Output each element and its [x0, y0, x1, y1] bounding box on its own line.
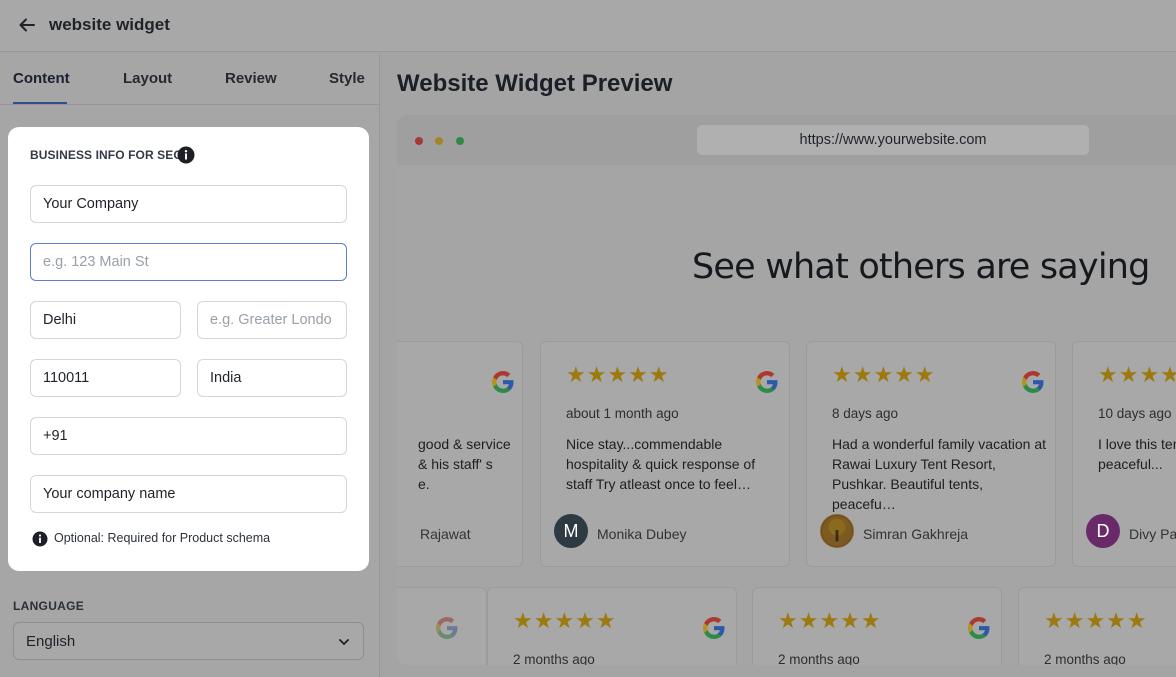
country-field[interactable]: [197, 359, 347, 397]
review-card: ★★★★★ about 1 month ago Nice stay...comm…: [540, 341, 790, 567]
review-text: Nice stay...commendable hospitality & qu…: [566, 436, 756, 492]
avatar-photo: [820, 514, 854, 548]
review-card: ★★★★★ 2 months ago: [487, 587, 737, 665]
google-icon: [492, 371, 514, 393]
review-date: 10 days ago: [1098, 406, 1172, 421]
language-label: LANGUAGE: [13, 599, 85, 613]
google-icon: [1022, 371, 1044, 393]
star-rating: ★★★★★: [513, 608, 617, 633]
url-bar: https://www.yourwebsite.com: [697, 125, 1089, 155]
close-dot-icon: [415, 137, 423, 145]
review-card: ★★★★★ 2 months ago: [1018, 587, 1176, 665]
section-heading: BUSINESS INFO FOR SEO: [30, 148, 183, 162]
tab-bar: Content Layout Review Style: [0, 53, 380, 105]
region-field[interactable]: [197, 301, 347, 339]
review-date: 2 months ago: [513, 652, 595, 665]
browser-mockup: https://www.yourwebsite.com See what oth…: [397, 115, 1176, 665]
postal-code-field[interactable]: [30, 359, 181, 397]
info-icon[interactable]: [177, 146, 195, 164]
tab-review[interactable]: Review: [225, 70, 277, 87]
widget-headline: See what others are saying: [692, 247, 1150, 287]
star-rating: ★★★★★: [566, 362, 670, 387]
review-card: [397, 587, 487, 665]
language-select[interactable]: English: [13, 622, 364, 660]
preview-title: Website Widget Preview: [397, 70, 673, 97]
review-date: 8 days ago: [832, 406, 899, 421]
star-rating: ★★★★★: [1098, 362, 1176, 387]
tree-photo-icon: [821, 515, 853, 547]
reviewer-name: Rajawat: [420, 526, 471, 542]
review-date: 2 months ago: [1044, 652, 1126, 665]
business-info-card: BUSINESS INFO FOR SEO Optional: Required…: [10, 129, 367, 569]
page-title: website widget: [49, 15, 170, 34]
avatar: M: [554, 514, 588, 548]
minimize-dot-icon: [435, 137, 443, 145]
language-value: English: [26, 633, 76, 650]
brand-name-field[interactable]: [30, 475, 347, 513]
google-icon: [436, 617, 458, 639]
tab-style[interactable]: Style: [329, 70, 365, 87]
top-bar: website widget: [0, 0, 1176, 52]
review-text: I love this ten peaceful...: [1098, 436, 1176, 472]
review-text: good & service & his staff' s e.: [418, 436, 511, 492]
city-field[interactable]: [30, 301, 181, 339]
active-tab-indicator: [13, 102, 67, 104]
star-rating: ★★★★★: [1044, 608, 1148, 633]
company-name-field[interactable]: [30, 185, 347, 223]
street-address-field[interactable]: [30, 243, 347, 281]
review-card: ★★★★★ 10 days ago I love this ten peacef…: [1072, 341, 1176, 567]
chevron-down-icon: [339, 639, 349, 645]
avatar: D: [1086, 514, 1120, 548]
reviewer-name: Simran Gakhreja: [863, 526, 969, 542]
phone-field[interactable]: [30, 417, 347, 455]
browser-toolbar: https://www.yourwebsite.com: [397, 115, 1176, 165]
tab-layout[interactable]: Layout: [123, 70, 172, 87]
review-card: good & service & his staff' s e. Rajawat: [397, 341, 523, 567]
review-card: ★★★★★ 8 days ago Had a wonderful family …: [806, 341, 1056, 567]
review-text: Had a wonderful family vacation at Rawai…: [832, 436, 1046, 512]
maximize-dot-icon: [456, 137, 464, 145]
review-date: 2 months ago: [778, 652, 860, 665]
reviewer-name: Monika Dubey: [597, 526, 687, 542]
google-icon: [968, 617, 990, 639]
reviewer-name: Divy Pa: [1129, 526, 1176, 542]
tab-content[interactable]: Content: [13, 70, 70, 87]
google-icon: [703, 617, 725, 639]
info-icon: [32, 531, 48, 547]
back-arrow-icon[interactable]: [17, 15, 37, 35]
helper-note: Optional: Required for Product schema: [54, 531, 271, 545]
google-icon: [756, 371, 778, 393]
settings-panel: Content Layout Review Style BUSINESS INF…: [0, 53, 380, 677]
review-card: ★★★★★ 2 months ago: [752, 587, 1002, 665]
star-rating: ★★★★★: [778, 608, 882, 633]
star-rating: ★★★★★: [832, 362, 936, 387]
review-date: about 1 month ago: [566, 406, 679, 421]
